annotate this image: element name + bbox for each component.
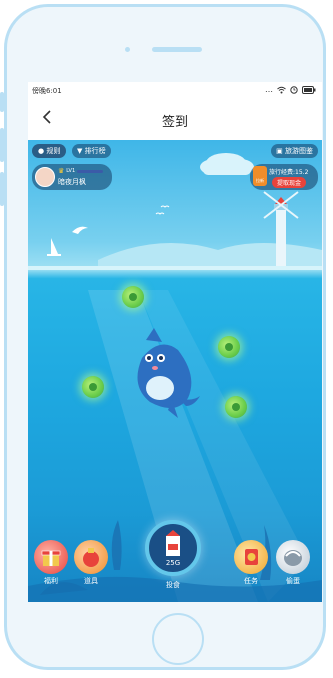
gift-icon (41, 550, 61, 566)
battery-icon (302, 85, 316, 94)
travel-expense-card[interactable]: 拉新 旅行经费:15.2 提取现金 (250, 164, 318, 190)
coin-bubble-2[interactable] (218, 336, 240, 358)
welfare-label: 福利 (44, 577, 58, 585)
jumping-dolphin-silhouette (72, 226, 88, 234)
earpiece-speaker (152, 47, 202, 52)
feed-button[interactable]: 25G (145, 520, 201, 576)
volume-up-button[interactable] (0, 128, 4, 162)
feed-label: 投食 (166, 581, 180, 589)
travel-guide-button[interactable]: ▣ 旅游图鉴 (271, 144, 318, 158)
picture-icon: ▣ (276, 147, 283, 155)
sailboat (51, 238, 58, 254)
props-label: 道具 (84, 577, 98, 585)
avatar (35, 167, 55, 187)
task-label: 任务 (244, 577, 258, 585)
nav-bar: 签到 (28, 100, 322, 141)
trophy-icon: ▼ (77, 147, 83, 155)
app-screen: 傍晚6:01 … 签到 ● 规则 ▼ 排行榜 ▣ 旅游图鉴 ♛ LV1 暗夜月枫… (28, 82, 322, 602)
rules-label: 规则 (46, 147, 61, 155)
coin-bubble-1[interactable] (122, 286, 144, 308)
new-user-badge: 拉新 (253, 166, 267, 186)
cloud (200, 153, 254, 175)
game-scene[interactable]: ● 规则 ▼ 排行榜 ▣ 旅游图鉴 ♛ LV1 暗夜月枫 拉新 旅行经费:15.… (28, 140, 322, 602)
alarm-icon (290, 85, 298, 94)
distant-hills (98, 242, 322, 268)
page-title: 签到 (161, 115, 188, 130)
feed-amount: 25G (165, 559, 181, 567)
steal-egg-label: 偷蛋 (286, 577, 300, 585)
level-badge: ♛ LV1 (58, 167, 104, 175)
task-icon (245, 549, 258, 565)
profile-name: 暗夜月枫 (58, 178, 86, 186)
crown-icon: ♛ (58, 167, 65, 175)
rules-button[interactable]: ● 规则 (32, 144, 67, 158)
potion-icon (83, 548, 99, 567)
status-time: 傍晚6:01 (32, 87, 62, 95)
front-camera (125, 47, 130, 52)
ranking-button[interactable]: ▼ 排行榜 (72, 144, 111, 158)
travel-expense-text: 旅行经费:15.2 (269, 169, 309, 176)
home-button[interactable] (152, 613, 204, 665)
wifi-icon (277, 86, 286, 93)
mute-switch[interactable] (0, 92, 4, 112)
guide-label: 旅游图鉴 (285, 147, 313, 155)
task-button[interactable] (234, 540, 268, 574)
ranking-label: 排行榜 (84, 147, 106, 155)
status-icons: … (265, 85, 316, 94)
level-label: LV1 (66, 168, 76, 174)
egg-icon (284, 550, 302, 566)
info-icon: ● (38, 147, 45, 155)
welfare-button[interactable] (34, 540, 68, 574)
props-button[interactable] (74, 540, 108, 574)
coin-bubble-4[interactable] (225, 396, 247, 418)
status-bar: 傍晚6:01 … (28, 82, 322, 100)
volume-down-button[interactable] (0, 172, 4, 206)
dots-icon: … (265, 85, 273, 94)
profile-card[interactable]: ♛ LV1 暗夜月枫 (32, 164, 112, 190)
steal-egg-button[interactable] (276, 540, 310, 574)
withdraw-cash-button[interactable]: 提取现金 (272, 177, 307, 188)
coin-bubble-3[interactable] (82, 376, 104, 398)
level-progress-bar (77, 169, 104, 173)
